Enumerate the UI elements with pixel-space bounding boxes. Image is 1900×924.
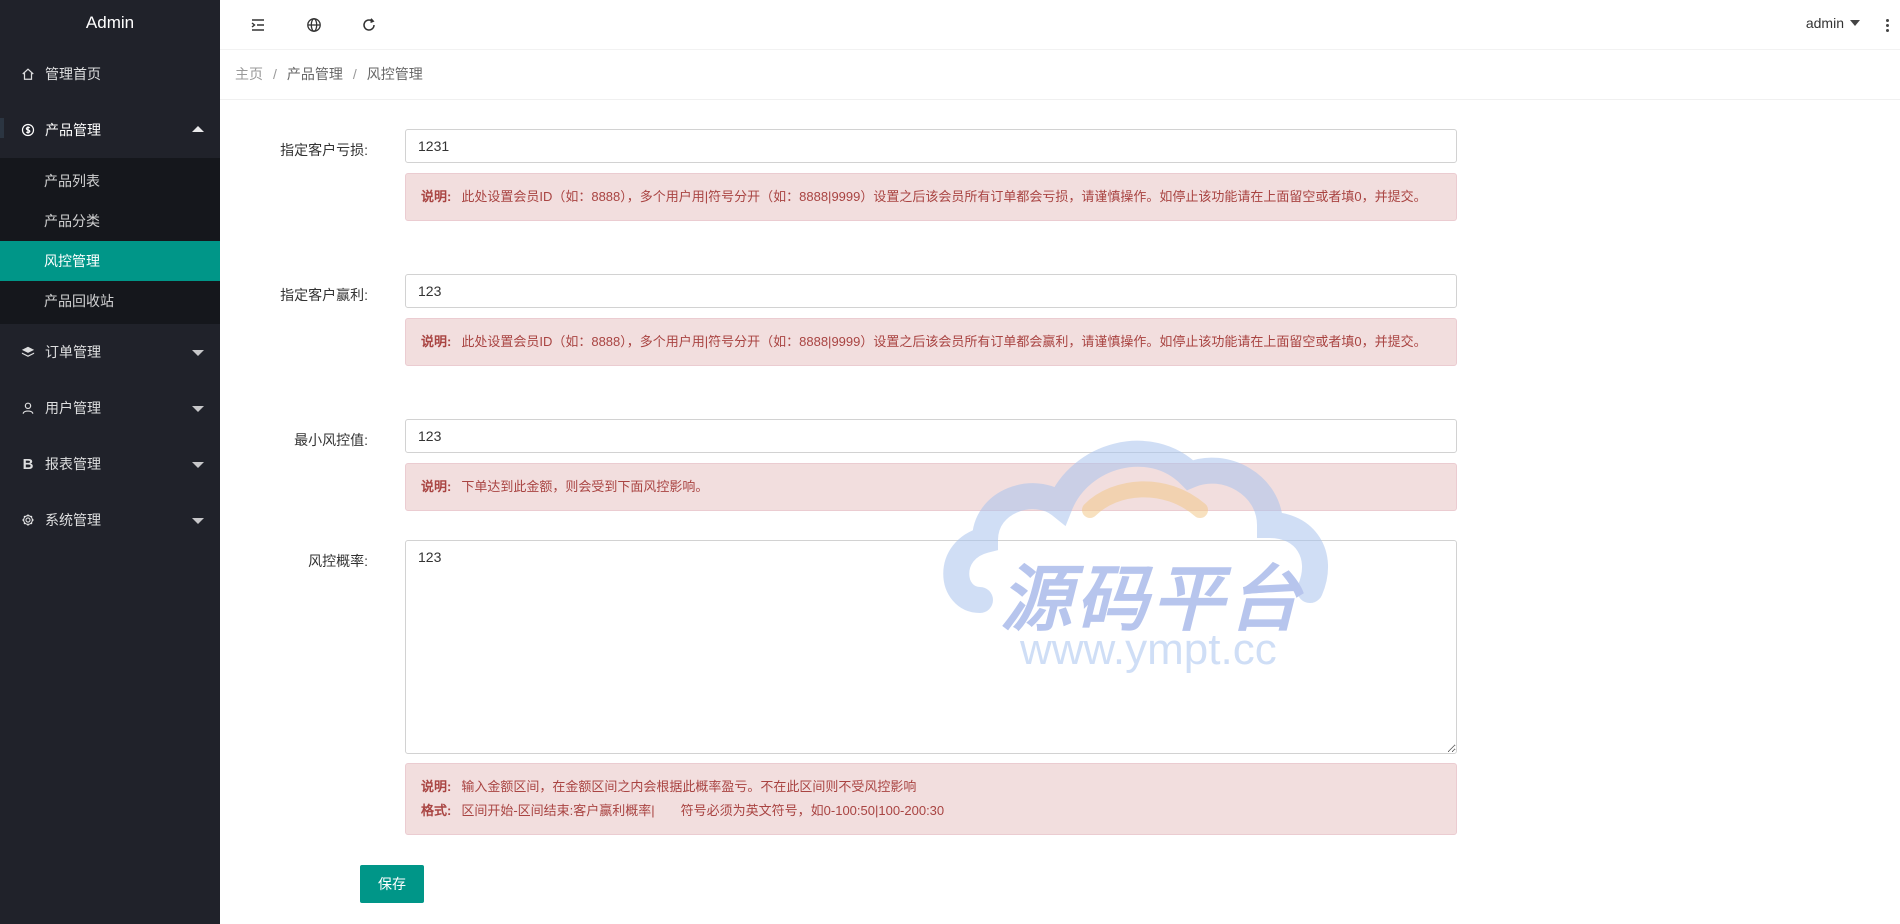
save-button[interactable]: 保存 [360, 865, 424, 903]
sidebar-item-users[interactable]: 用户管理 [0, 380, 220, 436]
sidebar-item-home[interactable]: 管理首页 [0, 46, 220, 102]
home-icon [20, 66, 36, 82]
menu-collapse-button[interactable] [247, 14, 269, 36]
sidebar-subitem-product-list[interactable]: 产品列表 [0, 161, 220, 201]
risk-rate-label: 风控概率: [308, 553, 368, 569]
app-logo[interactable]: Admin [0, 0, 220, 46]
note-title: 说明: [421, 189, 452, 204]
main-content: 指定客户亏损: 说明: 此处设置会员ID（如：8888），多个用户用|符号分开（如… [220, 100, 1900, 924]
risk-rate-textarea[interactable]: 123 [405, 540, 1457, 754]
min-risk-input[interactable] [405, 419, 1457, 453]
sidebar-item-products[interactable]: 产品管理 [0, 102, 220, 158]
sidebar-item-reports[interactable]: B 报表管理 [0, 436, 220, 492]
note-text: 输入金额区间，在金额区间之内会根据此概率盈亏。不在此区间则不受风控影响 [461, 779, 917, 794]
min-risk-note: 说明: 下单达到此金额，则会受到下面风控影响。 [405, 463, 1457, 511]
username: admin [1805, 15, 1844, 31]
note-text: 下单达到此金额，则会受到下面风控影响。 [461, 479, 709, 494]
format-text: 区间开始-区间结束:客户赢利概率| 符号必须为英文符号，如0-100:50|10… [461, 803, 945, 818]
indent-icon [251, 19, 264, 31]
profit-label: 指定客户赢利: [280, 287, 368, 303]
loss-label: 指定客户亏损: [280, 142, 368, 158]
profit-customer-input[interactable] [405, 274, 1457, 308]
sidebar-item-label: 用户管理 [45, 400, 101, 416]
sidebar-subitem-product-category[interactable]: 产品分类 [0, 201, 220, 241]
note-text: 此处设置会员ID（如：8888），多个用户用|符号分开（如：8888|9999）… [461, 334, 1427, 349]
sidebar-item-label: 系统管理 [45, 512, 101, 528]
sidebar-item-system[interactable]: 系统管理 [0, 492, 220, 548]
sidebar-subitem-product-recycle[interactable]: 产品回收站 [0, 281, 220, 321]
more-options-button[interactable] [1882, 14, 1892, 36]
loss-note: 说明: 此处设置会员ID（如：8888），多个用户用|符号分开（如：8888|99… [405, 173, 1457, 221]
dot [1885, 23, 1889, 27]
website-button[interactable] [303, 14, 325, 36]
sidebar-item-label: 订单管理 [45, 344, 101, 360]
breadcrumb: 主页 / 产品管理 / 风控管理 [220, 50, 1900, 100]
sidebar: Admin 管理首页 产品管理 产品列表 产品分类 风控管理 产品回收站 订单管… [0, 0, 220, 924]
breadcrumb-separator: / [352, 66, 357, 82]
risk-rate-note: 说明: 输入金额区间，在金额区间之内会根据此概率盈亏。不在此区间则不受风控影响 格… [405, 763, 1457, 835]
refresh-button[interactable] [358, 14, 380, 36]
profit-note: 说明: 此处设置会员ID（如：8888），多个用户用|符号分开（如：8888|99… [405, 318, 1457, 366]
user-icon [20, 400, 36, 416]
sidebar-item-label: 产品管理 [45, 122, 101, 138]
chevron-up-icon [192, 126, 204, 132]
breadcrumb-separator: / [273, 66, 277, 82]
min-risk-label: 最小风控值: [294, 432, 368, 448]
breadcrumb-current: 风控管理 [366, 66, 423, 82]
dot [1885, 28, 1889, 32]
globe-icon [307, 18, 321, 32]
note-line: 说明: 输入金额区间，在金额区间之内会根据此概率盈亏。不在此区间则不受风控影响 [421, 775, 1441, 799]
sidebar-subitem-risk-control[interactable]: 风控管理 [0, 241, 220, 281]
chevron-down-icon [192, 518, 204, 524]
note-text: 此处设置会员ID（如：8888），多个用户用|符号分开（如：8888|9999）… [461, 189, 1427, 204]
chevron-down-icon [192, 350, 204, 356]
loss-customer-input[interactable] [405, 129, 1457, 163]
sidebar-item-orders[interactable]: 订单管理 [0, 324, 220, 380]
format-title: 格式: [421, 803, 452, 818]
products-submenu: 产品列表 产品分类 风控管理 产品回收站 [0, 158, 220, 324]
note-title: 说明: [421, 334, 452, 349]
chevron-down-icon [192, 406, 204, 412]
sidebar-item-label: 管理首页 [45, 66, 101, 82]
chevron-down-icon [192, 462, 204, 468]
gear-icon [20, 512, 36, 528]
refresh-icon [363, 18, 375, 31]
breadcrumb-home[interactable]: 主页 [235, 66, 263, 82]
dollar-circle-icon [20, 122, 36, 138]
bold-b-icon: B [22, 455, 34, 473]
breadcrumb-products[interactable]: 产品管理 [287, 66, 343, 82]
user-menu[interactable]: admin [1806, 15, 1860, 31]
dot [1885, 18, 1889, 22]
caret-down-icon [1850, 20, 1860, 26]
top-header: admin [220, 0, 1900, 50]
note-title: 说明: [421, 479, 452, 494]
format-line: 格式: 区间开始-区间结束:客户赢利概率| 符号必须为英文符号，如0-100:50… [421, 799, 1441, 823]
note-title: 说明: [421, 779, 452, 794]
layers-icon [20, 344, 36, 360]
sidebar-item-label: 报表管理 [45, 456, 101, 472]
